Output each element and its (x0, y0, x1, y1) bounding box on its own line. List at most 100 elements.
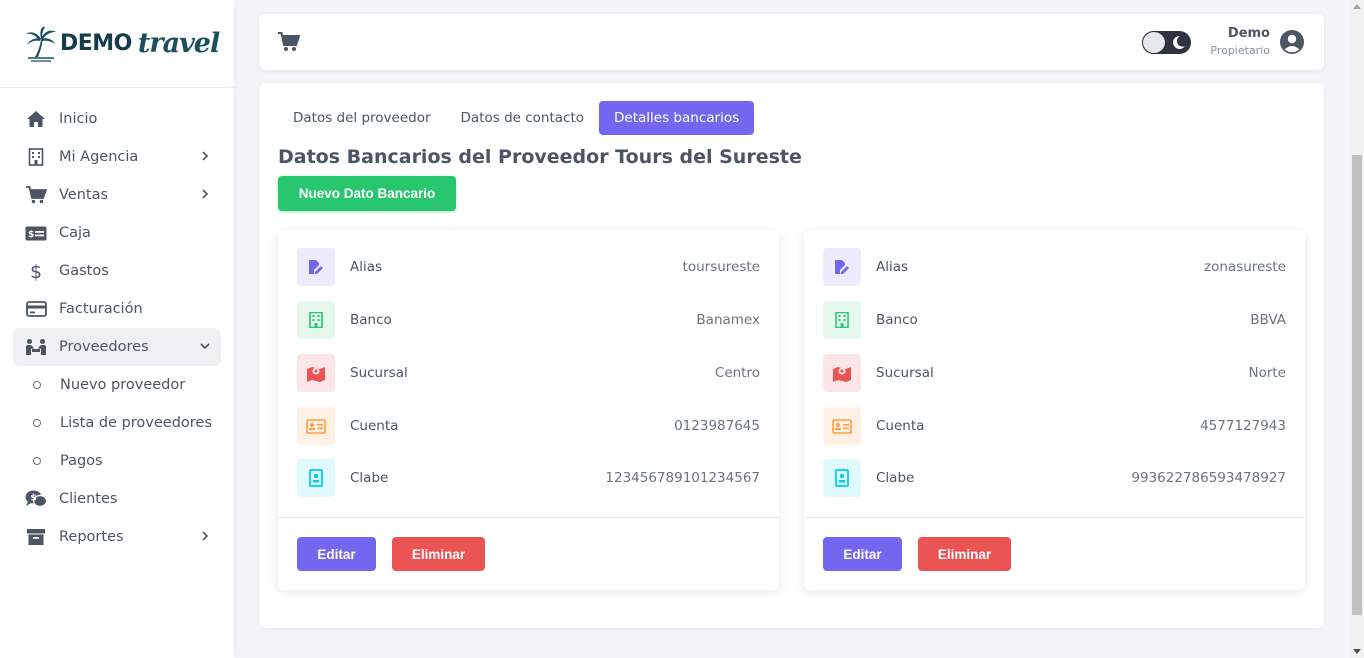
row-banco: Banco BBVA (823, 301, 1286, 339)
row-cuenta: Cuenta 0123987645 (297, 407, 760, 445)
row-value: 993622786593478927 (1131, 470, 1286, 486)
cart-icon[interactable] (278, 32, 300, 52)
submenu-item-label: Nuevo proveedor (60, 377, 186, 393)
row-value: toursureste (682, 259, 760, 275)
tab-bar: Datos del proveedor Datos de contacto De… (278, 101, 755, 135)
delete-button[interactable]: Eliminar (918, 537, 1011, 571)
row-label: Banco (876, 312, 918, 328)
map-marker-icon (823, 354, 861, 392)
map-marker-icon (297, 354, 335, 392)
bullet-icon (33, 381, 41, 389)
row-clabe: Clabe 993622786593478927 (823, 459, 1286, 497)
scroll-up-arrow-icon[interactable] (1353, 4, 1361, 9)
scroll-down-arrow-icon[interactable] (1353, 649, 1361, 654)
archive-icon (25, 527, 47, 547)
sidebar-item-label: Facturación (59, 301, 143, 317)
user-avatar-icon[interactable] (1279, 29, 1305, 55)
row-value: Norte (1248, 365, 1286, 381)
page-title: Datos Bancarios del Proveedor Tours del … (278, 146, 802, 168)
sidebar-item-reportes[interactable]: Reportes (13, 518, 221, 556)
page-scrollbar[interactable] (1350, 0, 1364, 658)
bullet-icon (33, 457, 41, 465)
row-clabe: Clabe 123456789101234567 (297, 459, 760, 497)
row-alias: Alias toursureste (297, 248, 760, 286)
main-card: Datos del proveedor Datos de contacto De… (259, 83, 1324, 628)
row-value: Centro (714, 365, 760, 381)
brand-name: DEMO (60, 31, 132, 56)
toggle-knob (1143, 32, 1165, 53)
dollar-icon: $ (25, 261, 47, 281)
row-value: 0123987645 (674, 418, 760, 434)
edit-note-icon (297, 248, 335, 286)
submenu-item-pagos[interactable]: Pagos (13, 442, 221, 480)
bullet-icon (33, 419, 41, 427)
row-cuenta: Cuenta 4577127943 (823, 407, 1286, 445)
user-name: Demo (1227, 26, 1270, 41)
row-alias: Alias zonasureste (823, 248, 1286, 286)
row-banco: Banco Banamex (297, 301, 760, 339)
sidebar-menu: Inicio Mi Agencia Ventas $ Caja $ Gastos… (0, 88, 234, 556)
card-divider (278, 517, 779, 518)
row-value: 123456789101234567 (605, 470, 760, 486)
sidebar-item-label: Mi Agencia (59, 149, 139, 165)
tab-datos-proveedor[interactable]: Datos del proveedor (278, 101, 446, 135)
row-label: Cuenta (876, 418, 925, 434)
brand-script: travel (137, 28, 220, 59)
contact-badge-icon (823, 459, 861, 497)
scroll-thumb[interactable] (1352, 155, 1362, 615)
id-card-icon (297, 407, 335, 445)
row-label: Sucursal (876, 365, 934, 381)
contact-badge-icon (297, 459, 335, 497)
sidebar-item-label: Reportes (59, 529, 124, 545)
row-value: zonasureste (1204, 259, 1286, 275)
row-label: Alias (876, 259, 909, 275)
theme-toggle[interactable] (1142, 31, 1191, 54)
edit-button[interactable]: Editar (297, 537, 376, 571)
row-label: Banco (350, 312, 392, 328)
cart-icon (25, 185, 47, 205)
tab-detalles-bancarios[interactable]: Detalles bancarios (599, 101, 755, 135)
row-label: Alias (350, 259, 383, 275)
chevron-right-icon (202, 189, 209, 199)
building-icon (25, 147, 47, 167)
row-label: Cuenta (350, 418, 399, 434)
svg-text:$: $ (28, 230, 34, 240)
row-sucursal: Sucursal Centro (297, 354, 760, 392)
sidebar-item-inicio[interactable]: Inicio (13, 100, 221, 138)
sidebar-item-gastos[interactable]: $ Gastos (13, 252, 221, 290)
edit-note-icon (823, 248, 861, 286)
svg-text:$: $ (31, 494, 37, 504)
bank-card: Alias zonasureste Banco BBVA Sucursal No… (804, 230, 1305, 590)
sidebar-item-label: Gastos (59, 263, 109, 279)
building-icon (297, 301, 335, 339)
sidebar-item-caja[interactable]: $ Caja (13, 214, 221, 252)
sidebar-item-proveedores[interactable]: Proveedores (13, 328, 221, 366)
row-value: 4577127943 (1200, 418, 1286, 434)
row-label: Clabe (350, 470, 389, 486)
card-divider (804, 517, 1305, 518)
svg-text:$: $ (30, 261, 42, 281)
delete-button[interactable]: Eliminar (392, 537, 485, 571)
moon-icon (1173, 35, 1185, 49)
sidebar-item-label: Ventas (59, 187, 109, 203)
new-bank-data-button[interactable]: Nuevo Dato Bancario (278, 176, 456, 211)
user-role: Propietario (1210, 44, 1270, 57)
tab-datos-contacto[interactable]: Datos de contacto (446, 101, 600, 135)
chat-money-icon: $ (25, 489, 47, 509)
chevron-right-icon (202, 531, 209, 541)
top-navbar: Demo Propietario (259, 14, 1324, 70)
chevron-right-icon (202, 151, 209, 161)
edit-button[interactable]: Editar (823, 537, 902, 571)
sidebar-item-ventas[interactable]: Ventas (13, 176, 221, 214)
sidebar-item-label: Proveedores (59, 339, 149, 355)
submenu-item-lista-proveedores[interactable]: Lista de proveedores (13, 404, 221, 442)
sidebar-item-clientes[interactable]: $ Clientes (13, 480, 221, 518)
brand-logo[interactable]: DEMO travel (0, 0, 234, 88)
submenu-item-nuevo-proveedor[interactable]: Nuevo proveedor (13, 366, 221, 404)
sidebar-item-facturacion[interactable]: Facturación (13, 290, 221, 328)
submenu-item-label: Pagos (60, 453, 103, 469)
home-icon (25, 109, 47, 129)
row-sucursal: Sucursal Norte (823, 354, 1286, 392)
row-value: BBVA (1250, 312, 1286, 328)
sidebar-item-mi-agencia[interactable]: Mi Agencia (13, 138, 221, 176)
